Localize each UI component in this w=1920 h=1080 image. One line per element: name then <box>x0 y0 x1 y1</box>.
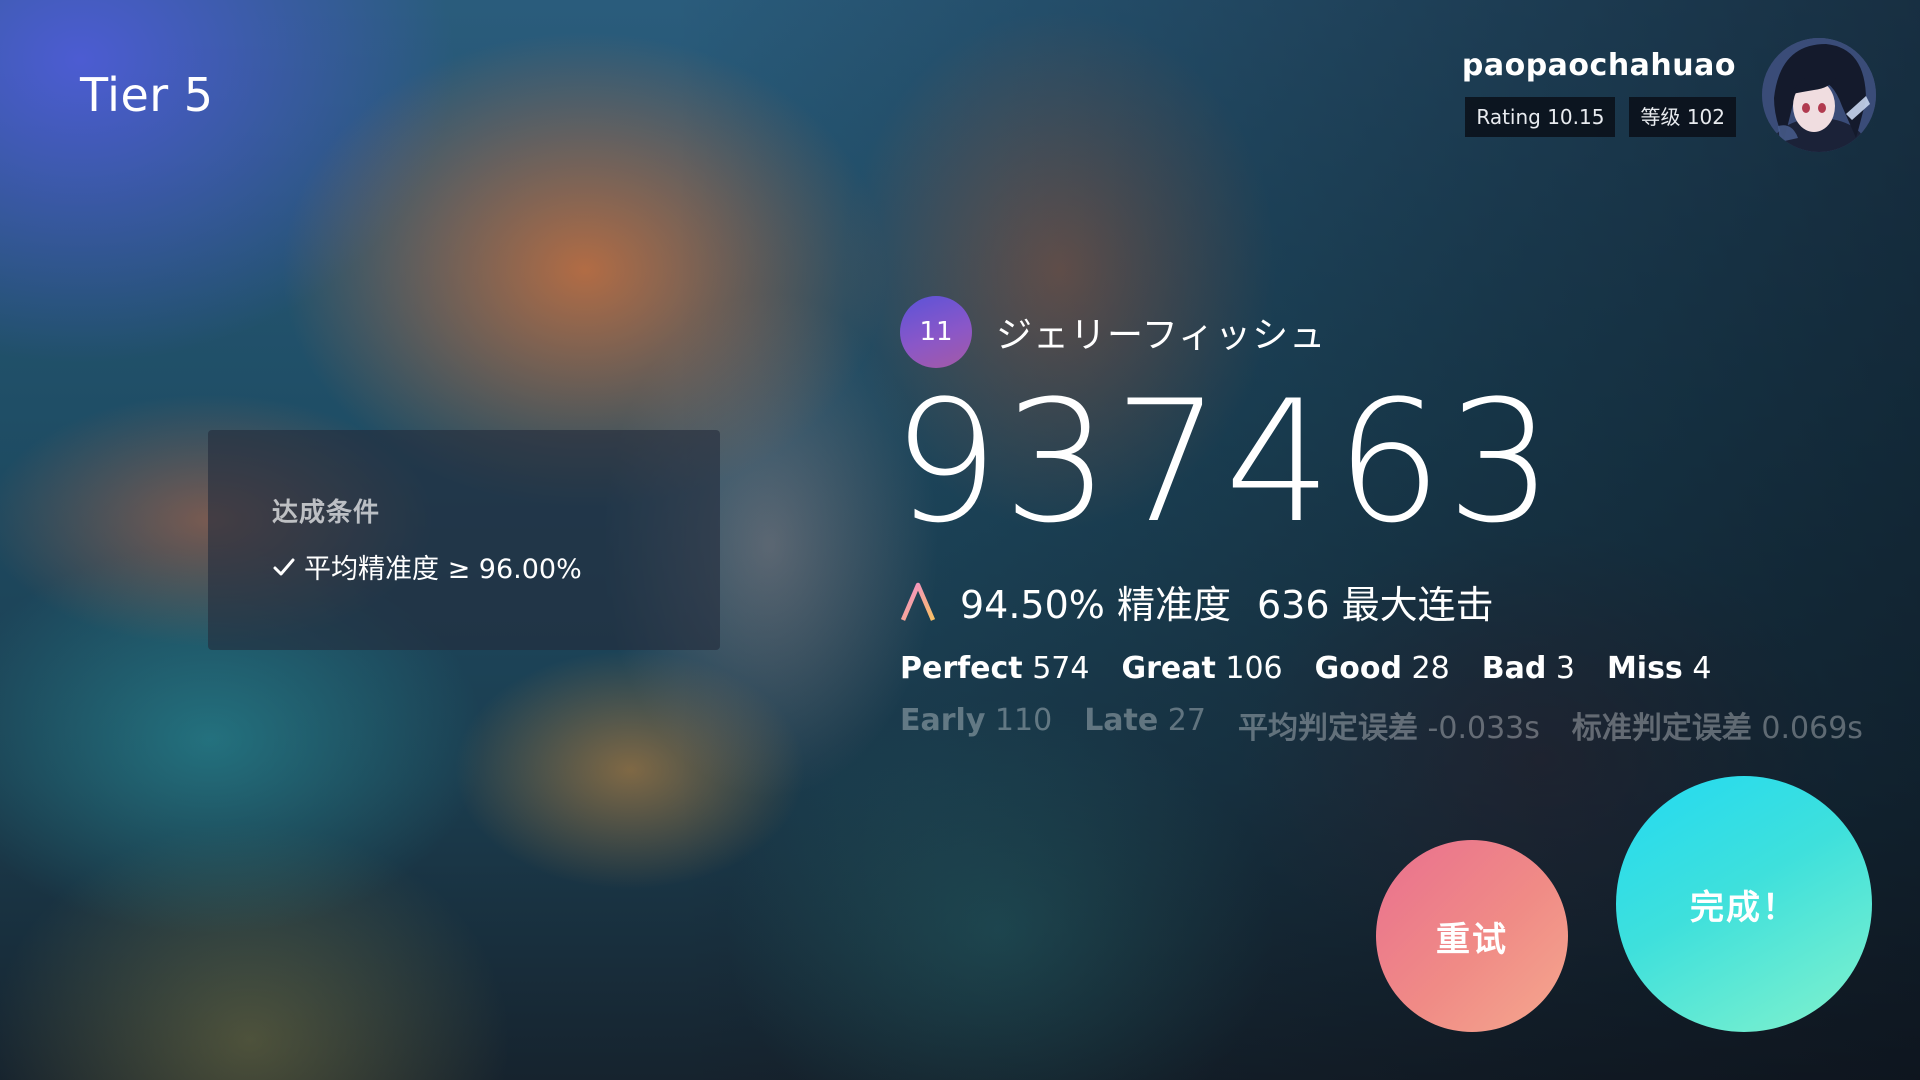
condition-text: 平均精准度 ≥ 96.00% <box>304 554 582 585</box>
good-label: Good <box>1314 651 1402 686</box>
average-offset-label: 平均判定误差 <box>1237 711 1418 746</box>
perfect-count: Perfect 574 <box>900 651 1089 686</box>
achievement-condition-panel: 达成条件 平均精准度 ≥ 96.00% <box>208 430 720 650</box>
check-icon <box>273 558 295 575</box>
great-value: 106 <box>1225 651 1283 686</box>
accuracy-text: 94.50% 精准度 <box>960 583 1231 627</box>
miss-value: 4 <box>1692 651 1712 686</box>
profile-info: paopaochahuao Rating 10.15 等级 102 <box>1462 48 1736 137</box>
bad-label: Bad <box>1481 651 1547 686</box>
condition-item: 平均精准度 ≥ 96.00% <box>272 547 656 586</box>
bad-count: Bad 3 <box>1482 651 1575 686</box>
average-offset-value: -0.033s <box>1427 711 1540 746</box>
grade-a-icon <box>900 582 936 621</box>
bad-value: 3 <box>1555 651 1575 686</box>
level-badge: 等级 102 <box>1629 97 1736 137</box>
standard-offset-label: 标准判定误差 <box>1571 711 1752 746</box>
late-count: Late 27 <box>1084 703 1206 747</box>
late-value: 27 <box>1167 703 1206 738</box>
standard-offset-value: 0.069s <box>1761 711 1863 746</box>
early-label: Early <box>900 703 986 738</box>
great-label: Great <box>1121 651 1216 686</box>
retry-button[interactable]: 重试 <box>1376 840 1568 1032</box>
rating-badge: Rating 10.15 <box>1465 97 1616 137</box>
difficulty-level-badge: 11 <box>900 296 972 368</box>
perfect-label: Perfect <box>900 651 1023 686</box>
timing-stats: Early 110 Late 27 平均判定误差 -0.033s 标准判定误差 … <box>900 703 1863 747</box>
song-title: ジェリーフィッシュ <box>996 315 1327 356</box>
song-info: 11 ジェリーフィッシュ <box>900 296 1326 368</box>
early-value: 110 <box>994 703 1053 738</box>
good-value: 28 <box>1411 651 1450 686</box>
great-count: Great 106 <box>1121 651 1282 686</box>
average-offset: 平均判定误差 -0.033s <box>1238 703 1540 747</box>
done-button[interactable]: 完成！ <box>1616 776 1872 1032</box>
early-count: Early 110 <box>900 703 1052 747</box>
max-combo-text: 636 最大连击 <box>1256 583 1494 627</box>
avatar-portrait-icon <box>1762 38 1876 152</box>
condition-title: 达成条件 <box>272 498 381 528</box>
profile-badges: Rating 10.15 等级 102 <box>1462 97 1736 137</box>
tier-label: Tier 5 <box>80 68 214 122</box>
avatar[interactable] <box>1762 38 1876 152</box>
good-count: Good 28 <box>1315 651 1450 686</box>
late-label: Late <box>1084 703 1159 738</box>
perfect-value: 574 <box>1032 651 1090 686</box>
score: 937463 <box>892 364 1558 560</box>
miss-label: Miss <box>1606 651 1683 686</box>
standard-offset: 标准判定误差 0.069s <box>1572 703 1863 747</box>
miss-count: Miss 4 <box>1607 651 1712 686</box>
accuracy-row: 94.50% 精准度 636 最大连击 <box>900 574 1494 629</box>
judgement-counts: Perfect 574 Great 106 Good 28 Bad 3 Miss… <box>900 651 1711 686</box>
username: paopaochahuao <box>1461 48 1736 83</box>
